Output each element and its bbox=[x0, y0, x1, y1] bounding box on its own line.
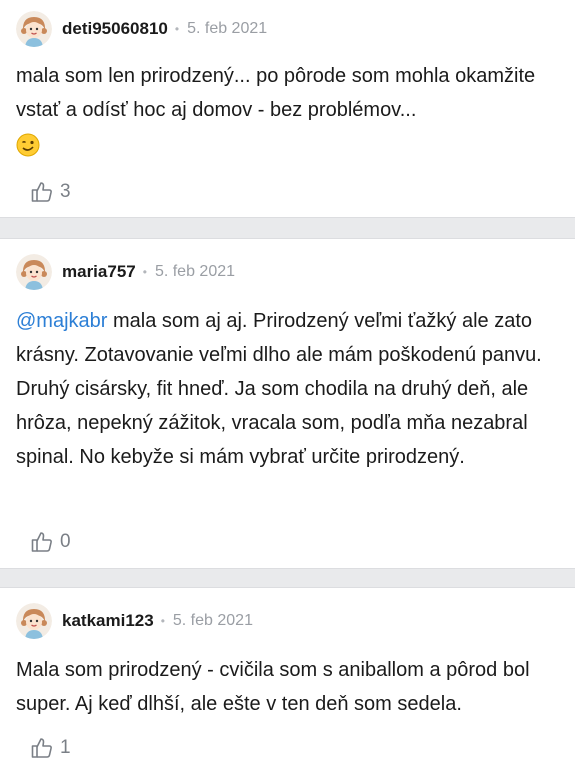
thumbs-up-icon bbox=[30, 736, 54, 760]
avatar-icon[interactable] bbox=[16, 11, 52, 47]
comment-body: mala som len prirodzený... po pôrode som… bbox=[16, 65, 536, 121]
meta-separator: • bbox=[160, 614, 165, 628]
comment-date: 5. feb 2021 bbox=[154, 263, 236, 280]
like-button[interactable]: 0 bbox=[30, 529, 71, 555]
meta-separator: • bbox=[142, 265, 147, 279]
comment-body: mala som aj aj. Prirodzený veľmi ťažký a… bbox=[16, 310, 542, 468]
like-count: 3 bbox=[60, 181, 71, 202]
username-link[interactable]: deti95060810 bbox=[62, 19, 168, 39]
comment-header: maria757 • 5. feb 2021 bbox=[16, 252, 235, 292]
thumbs-up-icon bbox=[30, 530, 54, 554]
mention-link[interactable]: @majkabr bbox=[16, 310, 107, 332]
comment-body: Mala som prirodzený - cvičila som s anib… bbox=[16, 659, 530, 715]
like-count: 1 bbox=[60, 737, 71, 758]
like-button[interactable]: 3 bbox=[30, 179, 71, 205]
thumbs-up-icon bbox=[30, 180, 54, 204]
comment-date: 5. feb 2021 bbox=[172, 612, 253, 629]
comment-header: deti95060810 • 5. feb 2021 bbox=[16, 9, 267, 49]
comment-date: 5. feb 2021 bbox=[187, 20, 268, 37]
like-count: 0 bbox=[60, 531, 71, 552]
meta-separator: • bbox=[174, 22, 180, 36]
avatar-icon[interactable] bbox=[16, 254, 52, 290]
comment-header: katkami123 • 5. feb 2021 bbox=[16, 601, 253, 641]
comment-text: Mala som prirodzený - cvičila som s anib… bbox=[16, 653, 566, 721]
comment-feed: deti95060810 • 5. feb 2021 mala som len … bbox=[0, 0, 575, 774]
comment-text: mala som len prirodzený... po pôrode som… bbox=[16, 59, 566, 161]
avatar-icon[interactable] bbox=[16, 603, 52, 639]
username-link[interactable]: maria757 bbox=[62, 262, 136, 282]
username-link[interactable]: katkami123 bbox=[62, 611, 154, 631]
like-button[interactable]: 1 bbox=[30, 735, 71, 761]
comment-text: @majkabr mala som aj aj. Prirodzený veľm… bbox=[16, 304, 566, 474]
winking-face-icon bbox=[16, 133, 40, 157]
